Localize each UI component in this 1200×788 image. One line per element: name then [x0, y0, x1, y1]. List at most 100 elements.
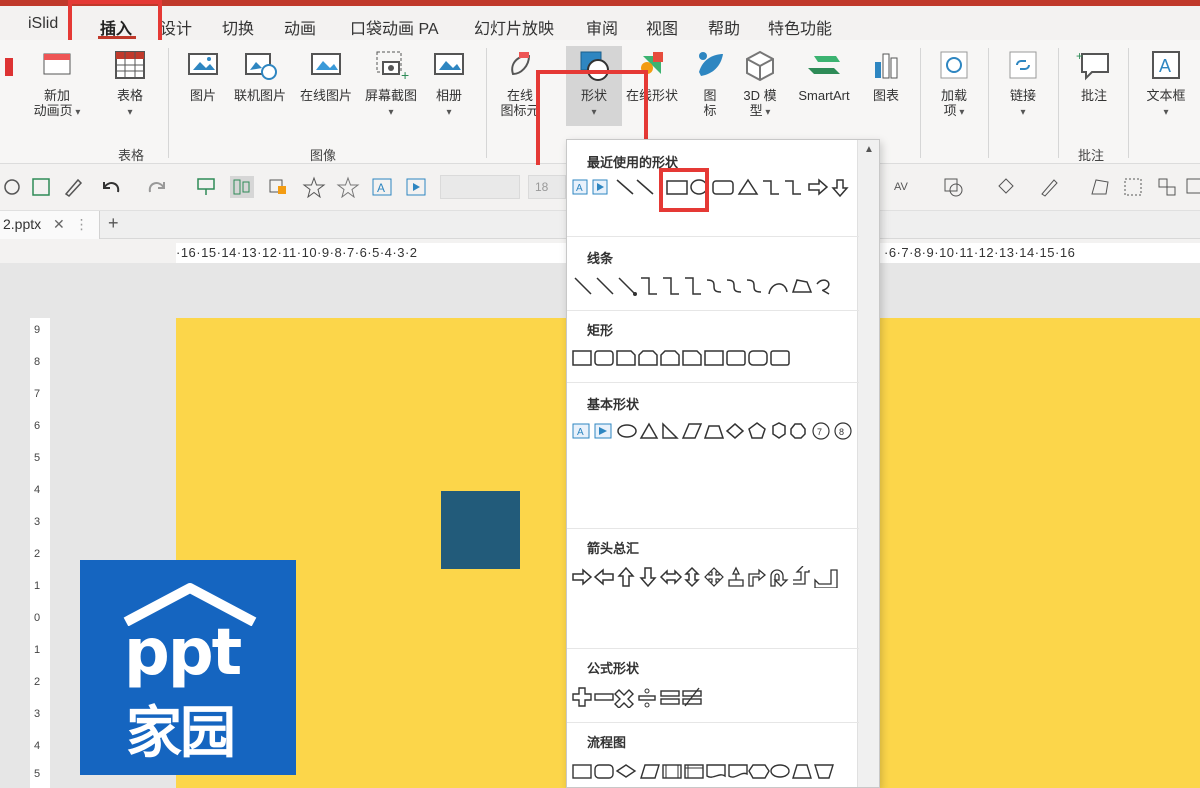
online-icons-icon	[511, 52, 531, 76]
smartart-label: SmartArt	[798, 88, 850, 103]
char-spacing-icon[interactable]: AV	[892, 176, 916, 198]
svg-text:7: 7	[817, 427, 822, 437]
recent-shapes-row[interactable]: A	[571, 176, 861, 198]
group-icon[interactable]	[1122, 176, 1146, 198]
partial-icon	[5, 58, 13, 76]
divider	[567, 528, 859, 529]
new-tab-button[interactable]: +	[108, 213, 119, 234]
save-icon[interactable]	[30, 176, 54, 198]
new-animation-page-label-2: 动画页	[33, 103, 73, 118]
logo-text-cn: 家园	[126, 701, 236, 766]
present-icon[interactable]	[194, 176, 218, 198]
ribbon-partial-button[interactable]	[0, 48, 20, 88]
tab-transitions[interactable]: 切换	[222, 15, 254, 39]
tab-review[interactable]: 审阅	[586, 15, 618, 39]
icons-label: 图	[703, 88, 717, 103]
svg-text:AV: AV	[894, 181, 909, 193]
edit-shape-icon[interactable]	[1088, 176, 1112, 198]
flowchart-row[interactable]	[571, 760, 861, 782]
svg-text:A: A	[377, 181, 385, 195]
icons-button[interactable]: 图 标	[692, 48, 728, 118]
rectangles-row[interactable]	[571, 348, 861, 370]
tab-special-features[interactable]: 特色功能	[768, 15, 832, 39]
smartart-button[interactable]: SmartArt	[790, 48, 858, 103]
star-icon[interactable]	[302, 176, 326, 198]
undo-icon[interactable]	[98, 176, 122, 198]
crop-icon[interactable]	[266, 176, 290, 198]
play-box-icon[interactable]	[404, 176, 428, 198]
tab-islide[interactable]: iSlid	[28, 15, 58, 33]
link-label: 链接	[1009, 88, 1036, 103]
close-tab-icon[interactable]: ✕	[53, 216, 65, 232]
new-animation-page-button[interactable]: 新加 动画页 ▾	[28, 48, 86, 120]
online-picture-button[interactable]: 在线图片	[294, 48, 358, 103]
slide-shape-square[interactable]	[441, 491, 520, 569]
screenshot-button[interactable]: + 屏幕截图 ▾	[360, 48, 422, 120]
outline-pen-icon[interactable]	[1038, 176, 1062, 198]
group-separator	[1058, 48, 1059, 158]
section-equation-shapes: 公式形状	[587, 661, 640, 676]
icons-icon	[699, 52, 723, 76]
divider	[567, 722, 859, 723]
chart-button[interactable]: 图表	[866, 48, 906, 103]
picture-label: 图片	[189, 88, 216, 103]
shape-fill-icon[interactable]	[942, 176, 966, 198]
tab-slideshow[interactable]: 幻灯片放映	[474, 15, 554, 39]
font-name-select[interactable]	[440, 175, 520, 199]
screenshot-icon: +	[376, 51, 409, 82]
ruler-tick: 9	[34, 324, 41, 336]
tab-view[interactable]: 视图	[646, 15, 678, 39]
distribute-icon[interactable]	[1184, 176, 1200, 198]
textbox-button[interactable]: A 文本框 ▾	[1138, 48, 1194, 120]
ruler-tick: 3	[34, 516, 41, 528]
picture-button[interactable]: 图片	[182, 48, 224, 103]
logo-text: ppt	[124, 616, 242, 690]
svg-text:A: A	[577, 427, 584, 438]
tab-pocket-animation[interactable]: 口袋动画 PA	[350, 15, 439, 39]
divider	[567, 236, 859, 237]
svg-text:+: +	[1076, 49, 1083, 63]
arrange-icon[interactable]	[1156, 176, 1180, 198]
3d-model-button[interactable]: 3D 模 型 ▾	[736, 48, 784, 120]
tab-animations[interactable]: 动画	[284, 15, 316, 39]
scroll-up-icon[interactable]: ▲	[864, 144, 874, 155]
star-outline-icon[interactable]	[336, 176, 360, 198]
image-group-label: 图像	[310, 148, 337, 163]
redo-icon[interactable]	[146, 176, 170, 198]
document-tab[interactable]: 2.pptx ✕ ⋮	[0, 211, 100, 239]
pen-icon[interactable]	[62, 176, 86, 198]
album-icon	[434, 53, 464, 75]
addins-button[interactable]: 加载 项 ▾	[930, 48, 978, 120]
online-picture-icon	[311, 53, 341, 75]
equation-shapes-row[interactable]	[571, 686, 861, 708]
group-separator	[168, 48, 169, 158]
fill-bucket-icon[interactable]	[994, 176, 1018, 198]
tab-help[interactable]: 帮助	[708, 15, 740, 39]
table-icon	[115, 51, 145, 79]
shapes-dropdown[interactable]: ▲ 最近使用的形状 A 线条 矩形 基本形状 A 7 8 箭头总汇 公式形状 流…	[566, 139, 880, 788]
table-label: 表格	[116, 88, 143, 103]
section-rectangles: 矩形	[587, 323, 614, 338]
font-size-select[interactable]: 18	[528, 175, 566, 199]
comment-button[interactable]: + 批注	[1068, 48, 1120, 103]
basic-shapes-grid[interactable]: A 7 8 10 12	[571, 420, 861, 442]
align-icon[interactable]	[230, 176, 254, 198]
circle-icon[interactable]	[4, 176, 28, 198]
ruler-tick: 1	[34, 644, 41, 656]
link-button[interactable]: 链接 ▾	[998, 48, 1048, 120]
online-icons-label-2: 图标元	[500, 103, 540, 118]
group-separator	[486, 48, 487, 158]
album-button[interactable]: 相册 ▾	[428, 48, 470, 120]
tab-menu-icon[interactable]: ⋮	[75, 216, 89, 232]
arrows-grid[interactable]	[571, 566, 861, 588]
svg-text:8: 8	[839, 427, 844, 437]
lines-row[interactable]	[571, 274, 861, 296]
smartart-icon	[808, 56, 840, 74]
section-arrows: 箭头总汇	[587, 541, 640, 556]
online-picture-link-button[interactable]: 联机图片	[228, 48, 292, 103]
tab-design[interactable]: 设计	[160, 15, 192, 39]
3d-model-label: 3D 模	[743, 88, 777, 103]
text-box-a-icon[interactable]: A	[370, 176, 394, 198]
comment-icon: +	[1076, 49, 1109, 81]
table-button[interactable]: 表格 ▾	[106, 48, 154, 120]
